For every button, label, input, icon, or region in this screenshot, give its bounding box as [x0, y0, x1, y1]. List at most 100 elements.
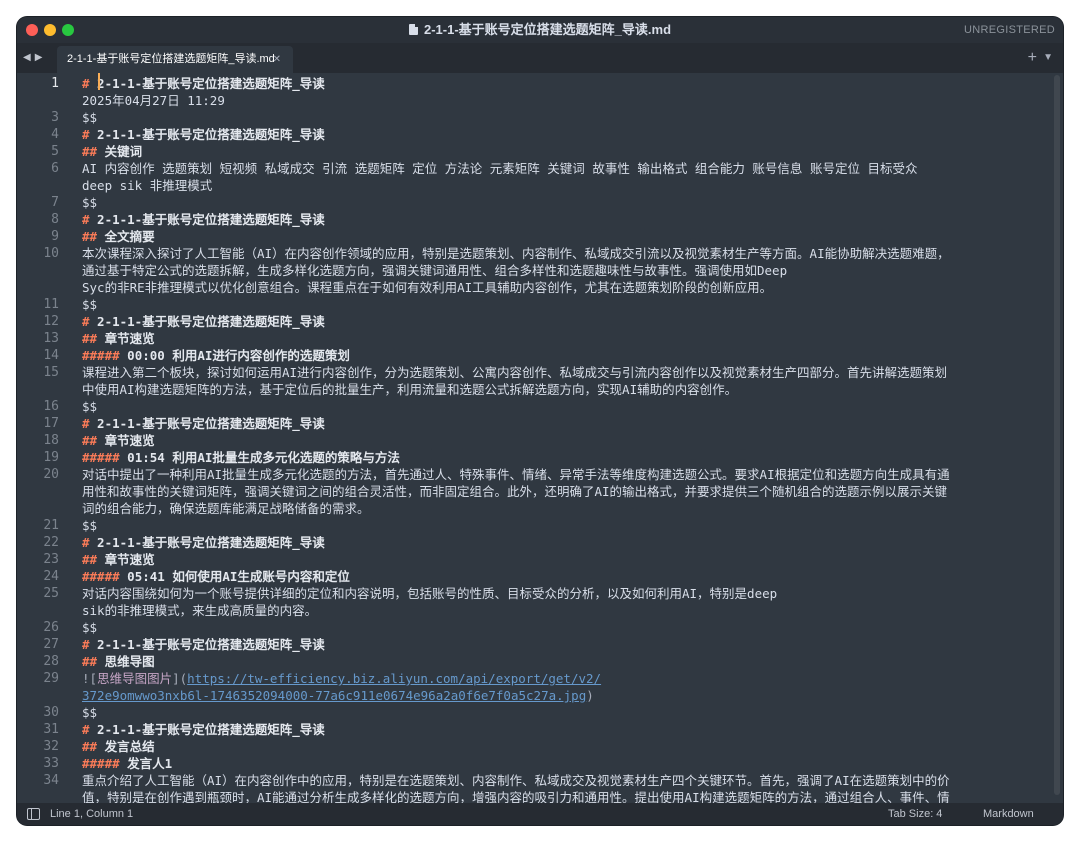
code-line: $$	[82, 399, 98, 414]
code-line: 课程进入第二个板块，探讨如何运用AI进行内容创作，分为选题策划、公寓内容创作、私…	[82, 365, 948, 380]
window-title: 2-1-1-基于账号定位搭建选题矩阵_导读.md	[17, 17, 1063, 43]
line-number: 26	[43, 620, 59, 635]
code-line: 词的组合能力，确保选题库能满足战略储备的需求。	[82, 501, 370, 516]
code-line: Syc的非RE非推理模式以优化创意组合。课程重点在于如何有效利用AI工具辅助内容…	[82, 280, 773, 295]
code-line: 对话内容围绕如何为一个账号提供详细的定位和内容说明，包括账号的性质、目标受众的分…	[82, 586, 778, 601]
tab-list-dropdown-icon[interactable]: ▼	[1043, 43, 1053, 73]
code-line: $$	[82, 705, 98, 720]
tab-active-file[interactable]: 2-1-1-基于账号定位搭建选题矩阵_导读.md ✕	[57, 46, 293, 73]
sidebar-toggle-icon[interactable]	[27, 808, 40, 820]
line-number: 10	[43, 246, 59, 261]
line-number: 4	[51, 127, 59, 142]
line-number: 20	[43, 467, 59, 482]
line-number: 28	[43, 654, 59, 669]
code-line: 通过基于特定公式的选题拆解，生成多样化选题方向，强调关键词通用性、组合多样性和选…	[82, 263, 788, 278]
previous-tab-icon[interactable]: ◀	[23, 52, 31, 63]
code-line: ## 思维导图	[82, 654, 155, 669]
line-number: 15	[43, 365, 59, 380]
line-number-gutter: 1 3 4 5 6 7 8 9 10 11 12 13 14 15 16 17 18 19 20 21 22 23 24 25…	[17, 73, 71, 803]
line-number: 6	[51, 161, 59, 176]
tab-size-selector[interactable]: Tab Size: 4	[888, 803, 942, 825]
line-number: 30	[43, 705, 59, 720]
cursor-position[interactable]: Line 1, Column 1	[50, 803, 133, 825]
line-number: 8	[51, 212, 59, 227]
line-number: 9	[51, 229, 59, 244]
line-number: 21	[43, 518, 59, 533]
code-line: ## 发言总结	[82, 739, 155, 754]
title-bar: 2-1-1-基于账号定位搭建选题矩阵_导读.md UNREGISTERED	[17, 17, 1063, 43]
text-cursor	[98, 73, 100, 90]
code-line: ##### 05:41 如何使用AI生成账号内容和定位	[82, 569, 350, 584]
code-line: ##### 00:00 利用AI进行内容创作的选题策划	[82, 348, 350, 363]
code-line: 对话中提出了一种利用AI批量生成多元化选题的方法，首先通过人、特殊事件、情绪、异…	[82, 467, 950, 482]
code-line: # 2-1-1-基于账号定位搭建选题矩阵_导读	[82, 314, 325, 329]
code-line: # 2-1-1-基于账号定位搭建选题矩阵_导读	[82, 722, 325, 737]
code-line: # 2-1-1-基于账号定位搭建选题矩阵_导读	[82, 212, 325, 227]
window-title-text: 2-1-1-基于账号定位搭建选题矩阵_导读.md	[423, 22, 672, 37]
code-line: deep sik 非推理模式	[82, 178, 213, 193]
line-number: 18	[43, 433, 59, 448]
code-area[interactable]: # 2-1-1-基于账号定位搭建选题矩阵_导读 2025年04月27日 11:29…	[82, 73, 1053, 803]
code-line: $$	[82, 195, 98, 210]
code-line: ##### 发言人1	[82, 756, 173, 771]
code-line: $$	[82, 620, 98, 635]
code-line: ## 章节速览	[82, 331, 155, 346]
code-line: 2025年04月27日 11:29	[82, 93, 225, 108]
line-number: 19	[43, 450, 59, 465]
code-line: $$	[82, 518, 98, 533]
vertical-scrollbar[interactable]	[1054, 75, 1060, 795]
line-number: 3	[51, 110, 59, 125]
new-tab-icon[interactable]: +	[1028, 43, 1037, 73]
code-line: # 2-1-1-基于账号定位搭建选题矩阵_导读	[82, 127, 325, 142]
line-number: 17	[43, 416, 59, 431]
text-editor[interactable]: 1 3 4 5 6 7 8 9 10 11 12 13 14 15 16 17 18 19 20 21 22 23 24 25…	[17, 73, 1063, 803]
status-bar: Line 1, Column 1 Tab Size: 4 Markdown	[17, 803, 1063, 825]
line-number: 12	[43, 314, 59, 329]
code-line: # 2-1-1-基于账号定位搭建选题矩阵_导读	[82, 637, 325, 652]
line-number: 33	[43, 756, 59, 771]
tab-navigation: ◀ ▶	[23, 43, 46, 73]
line-number: 25	[43, 586, 59, 601]
line-number: 31	[43, 722, 59, 737]
next-tab-icon[interactable]: ▶	[35, 52, 43, 63]
code-line: 值，特别是在创作遇到瓶颈时，AI能通过分析生成多样化的选题方向，增强内容的吸引力…	[82, 790, 950, 803]
tab-label: 2-1-1-基于账号定位搭建选题矩阵_导读.md	[67, 53, 275, 65]
line-number: 32	[43, 739, 59, 754]
editor-window: 2-1-1-基于账号定位搭建选题矩阵_导读.md UNREGISTERED ◀ ▶…	[17, 17, 1063, 825]
code-line: 重点介绍了人工智能（AI）在内容创作中的应用，特别是在选题策划、内容制作、私域成…	[82, 773, 950, 788]
syntax-selector[interactable]: Markdown	[983, 803, 1034, 825]
code-line: 372e9omwwo3nxb6l-1746352094000-77a6c911e…	[82, 688, 594, 703]
line-number: 1	[51, 76, 59, 91]
line-number: 16	[43, 399, 59, 414]
code-line: $$	[82, 110, 98, 125]
code-line: 中使用AI构建选题矩阵的方法，基于定位后的批量生产，利用流量和选题公式拆解选题方…	[82, 382, 738, 397]
line-number: 29	[43, 671, 59, 686]
line-number: 23	[43, 552, 59, 567]
close-tab-icon[interactable]: ✕	[273, 46, 281, 73]
code-line: sik的非推理模式，来生成高质量的内容。	[82, 603, 318, 618]
line-number: 14	[43, 348, 59, 363]
line-number: 27	[43, 637, 59, 652]
line-number: 13	[43, 331, 59, 346]
code-line: 本次课程深入探讨了人工智能（AI）在内容创作领域的应用，特别是选题策划、内容制作…	[82, 246, 950, 261]
line-number: 22	[43, 535, 59, 550]
line-number: 34	[43, 773, 59, 788]
code-line: AI 内容创作 选题策划 短视频 私域成交 引流 选题矩阵 定位 方法论 元素矩…	[82, 161, 918, 176]
code-line: $$	[82, 297, 98, 312]
line-number: 7	[51, 195, 59, 210]
code-line: ![思维导图图片](https://tw-efficiency.biz.aliy…	[82, 671, 602, 686]
document-icon	[408, 24, 418, 35]
code-line: # 2-1-1-基于账号定位搭建选题矩阵_导读	[82, 76, 325, 91]
tab-bar: ◀ ▶ 2-1-1-基于账号定位搭建选题矩阵_导读.md ✕ + ▼	[17, 43, 1063, 73]
line-number: 5	[51, 144, 59, 159]
code-line: ## 关键词	[82, 144, 143, 159]
code-line: # 2-1-1-基于账号定位搭建选题矩阵_导读	[82, 416, 325, 431]
code-line: ## 全文摘要	[82, 229, 155, 244]
code-line: # 2-1-1-基于账号定位搭建选题矩阵_导读	[82, 535, 325, 550]
code-line: 用性和故事性的关键词矩阵，强调关键词之间的组合灵活性，而非固定组合。此外，还明确…	[82, 484, 948, 499]
line-number: 11	[43, 297, 59, 312]
line-number: 24	[43, 569, 59, 584]
unregistered-label: UNREGISTERED	[964, 24, 1055, 36]
code-line: ## 章节速览	[82, 433, 155, 448]
code-line: ## 章节速览	[82, 552, 155, 567]
